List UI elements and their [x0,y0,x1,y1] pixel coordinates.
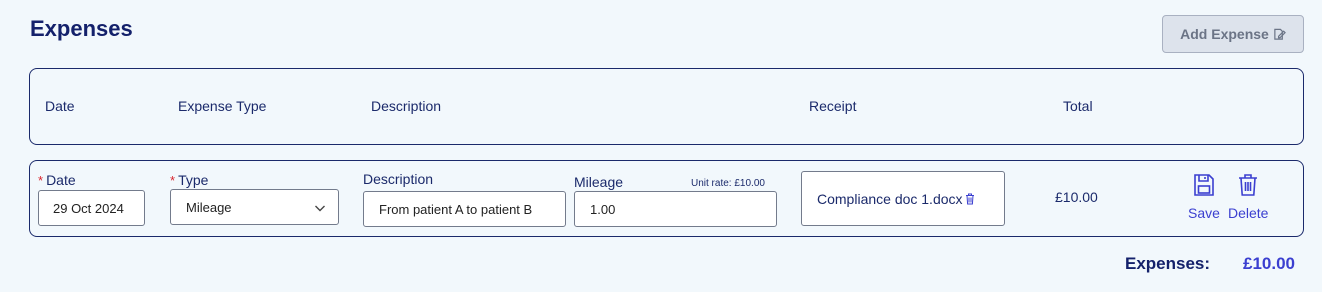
column-header-expense-type: Expense Type [178,98,267,114]
chevron-down-icon [315,205,325,212]
mileage-field-label: Mileage [574,174,624,190]
page-title: Expenses [30,16,133,41]
expenses-summary-value: £10.00 [1243,254,1295,273]
date-field-label: * Date [38,172,76,188]
mileage-field[interactable]: 1.00 [574,191,777,227]
add-expense-label: Add Expense [1180,26,1269,42]
column-header-total: Total [1063,98,1093,114]
column-header-receipt: Receipt [809,98,857,114]
required-marker: * [170,173,176,188]
type-value: Mileage [186,199,232,215]
receipt-file-name: Compliance doc 1.docx [817,190,963,207]
required-marker: * [38,173,44,188]
expenses-panel: Expenses Add Expense Date Expense Type D… [0,0,1322,292]
expense-row: * Date 29 Oct 2024 * Type Mileage Descript… [29,160,1304,237]
column-header-date: Date [45,98,75,114]
trash-icon[interactable] [965,193,975,205]
expenses-summary-label: Expenses: [1125,254,1211,273]
description-value: From patient A to patient B [379,201,533,217]
row-total: £10.00 [1055,189,1098,205]
type-select[interactable]: Mileage [170,189,339,225]
trash-icon [1239,174,1258,196]
table-header: Date Expense Type Description Receipt To… [29,68,1304,145]
description-field-label: Description [363,171,434,187]
save-button[interactable]: Save [1188,173,1220,221]
save-label: Save [1188,205,1220,221]
mileage-value: 1.00 [590,201,616,217]
type-field-label: * Type [170,172,209,188]
floppy-disk-icon [1194,174,1214,196]
date-value: 29 Oct 2024 [53,200,124,216]
edit-document-icon [1274,28,1286,40]
delete-label: Delete [1228,205,1269,221]
description-field[interactable]: From patient A to patient B [363,191,566,227]
unit-rate-text: Unit rate: £10.00 [691,178,765,189]
date-field[interactable]: 29 Oct 2024 [38,190,145,226]
delete-button[interactable]: Delete [1228,173,1268,221]
receipt-attachment[interactable]: Compliance doc 1.docx [801,171,1005,226]
add-expense-button[interactable]: Add Expense [1162,15,1304,53]
column-header-description: Description [371,98,442,114]
